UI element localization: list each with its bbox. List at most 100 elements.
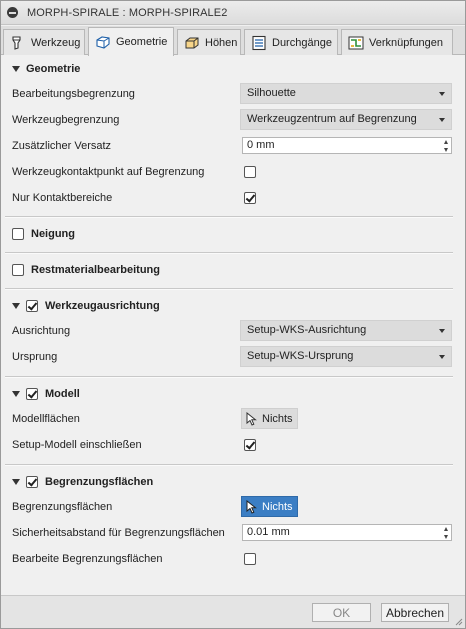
- select-value: Silhouette: [247, 87, 296, 99]
- passes-icon: [252, 35, 266, 50]
- section-neigung[interactable]: Neigung: [1, 221, 465, 247]
- section-title: Begrenzungsflächen: [45, 476, 154, 488]
- field-label: Sicherheitsabstand für Begrenzungsfläche…: [12, 527, 225, 539]
- row-ursprung: Ursprung Setup-WKS-Ursprung: [1, 345, 465, 371]
- sicherheitsabstand-input[interactable]: 0.01 mm: [242, 524, 452, 541]
- section-divider: [5, 252, 453, 254]
- section-divider: [5, 216, 453, 218]
- field-label: Nur Kontaktbereiche: [12, 192, 113, 204]
- row-versatz: Zusätzlicher Versatz 0 mm: [1, 134, 465, 160]
- input-value: 0 mm: [247, 139, 275, 151]
- row-ausrichtung: Ausrichtung Setup-WKS-Ausrichtung: [1, 319, 465, 345]
- tool-icon: [12, 35, 21, 50]
- row-begrenzungsflaechen: Begrenzungsflächen Nichts: [1, 495, 465, 521]
- tab-label: Höhen: [205, 36, 238, 49]
- begrenzungsflaechen-checkbox[interactable]: [26, 476, 38, 488]
- tab-hoehen[interactable]: Höhen: [177, 29, 241, 55]
- window-title: MORPH-SPIRALE : MORPH-SPIRALE2: [27, 7, 228, 19]
- chevron-down-icon: [439, 118, 445, 122]
- field-label: Werkzeugbegrenzung: [12, 114, 120, 126]
- section-title: Geometrie: [26, 63, 81, 75]
- kontaktbereiche-checkbox[interactable]: [244, 192, 256, 204]
- tab-durchgaenge[interactable]: Durchgänge: [244, 29, 338, 55]
- tab-geometrie[interactable]: Geometrie: [88, 27, 174, 56]
- field-label: Bearbeitungsbegrenzung: [12, 88, 135, 100]
- tab-label: Werkzeug: [31, 36, 81, 49]
- field-label: Ursprung: [12, 351, 58, 363]
- tab-label: Durchgänge: [272, 36, 332, 49]
- input-value: 0.01 mm: [247, 526, 290, 538]
- button-label: Nichts: [262, 412, 293, 425]
- tab-label: Verknüpfungen: [369, 36, 444, 49]
- select-value: Setup-WKS-Ursprung: [247, 350, 354, 362]
- geometry-panel: Geometrie Bearbeitungsbegrenzung Silhoue…: [1, 56, 465, 596]
- row-bearbeitungsbegrenzung: Bearbeitungsbegrenzung Silhouette: [1, 82, 465, 108]
- tab-verknuepfungen[interactable]: Verknüpfungen: [341, 29, 453, 55]
- field-label: Ausrichtung: [12, 325, 71, 337]
- collapse-arrow-icon[interactable]: [12, 391, 20, 397]
- kontaktpunkt-checkbox[interactable]: [244, 166, 256, 178]
- collapse-arrow-icon[interactable]: [12, 66, 20, 72]
- ok-button[interactable]: OK: [312, 603, 371, 622]
- section-divider: [5, 464, 453, 466]
- section-restmaterial[interactable]: Restmaterialbearbeitung: [1, 257, 465, 283]
- field-label: Bearbeite Begrenzungsflächen: [12, 553, 163, 565]
- resize-grip-icon[interactable]: [455, 618, 463, 626]
- field-label: Modellflächen: [12, 413, 80, 425]
- begrenzungsflaechen-select-button[interactable]: Nichts: [241, 496, 298, 517]
- cursor-arrow-icon: [246, 411, 257, 426]
- cancel-button[interactable]: Abbrechen: [381, 603, 449, 622]
- section-werkzeugausrichtung[interactable]: Werkzeugausrichtung: [1, 293, 465, 319]
- heights-box-icon: [185, 37, 199, 48]
- chevron-down-icon: [439, 355, 445, 359]
- collapse-arrow-icon[interactable]: [12, 479, 20, 485]
- collapse-arrow-icon[interactable]: [12, 303, 20, 309]
- geometry-cube-icon: [96, 36, 110, 49]
- select-value: Setup-WKS-Ausrichtung: [247, 324, 367, 336]
- tab-label: Geometrie: [116, 36, 168, 48]
- versatz-input[interactable]: 0 mm: [242, 137, 452, 154]
- select-value: Werkzeugzentrum auf Begrenzung: [247, 113, 417, 125]
- restmaterial-checkbox[interactable]: [12, 264, 24, 276]
- tab-werkzeug[interactable]: Werkzeug: [3, 29, 85, 55]
- section-title: Restmaterialbearbeitung: [31, 264, 160, 276]
- section-divider: [5, 376, 453, 378]
- werkzeugbegrenzung-select[interactable]: Werkzeugzentrum auf Begrenzung: [240, 109, 452, 130]
- section-title: Werkzeugausrichtung: [45, 300, 160, 312]
- modellflaechen-select-button[interactable]: Nichts: [241, 408, 298, 429]
- dialog-window: MORPH-SPIRALE : MORPH-SPIRALE2 Werkzeug …: [0, 0, 466, 629]
- close-icon[interactable]: [7, 7, 18, 18]
- werkzeugausrichtung-checkbox[interactable]: [26, 300, 38, 312]
- section-geometrie[interactable]: Geometrie: [1, 56, 465, 82]
- section-begrenzungsflaechen[interactable]: Begrenzungsflächen: [1, 469, 465, 495]
- tab-bar: Werkzeug Geometrie Höhen Durchgänge Verk…: [1, 26, 465, 56]
- cursor-arrow-icon: [246, 499, 257, 514]
- spin-arrows-icon[interactable]: [443, 526, 450, 540]
- field-label: Werkzeugkontaktpunkt auf Begrenzung: [12, 166, 205, 178]
- ursprung-select[interactable]: Setup-WKS-Ursprung: [240, 346, 452, 367]
- field-label: Zusätzlicher Versatz: [12, 140, 112, 152]
- row-werkzeugbegrenzung: Werkzeugbegrenzung Werkzeugzentrum auf B…: [1, 108, 465, 134]
- section-title: Modell: [45, 388, 80, 400]
- section-divider: [5, 288, 453, 290]
- row-setup-modell: Setup-Modell einschließen: [1, 433, 465, 459]
- spin-arrows-icon[interactable]: [443, 139, 450, 153]
- button-label: Nichts: [262, 500, 293, 513]
- field-label: Setup-Modell einschließen: [12, 439, 142, 451]
- row-sicherheitsabstand: Sicherheitsabstand für Begrenzungsfläche…: [1, 521, 465, 547]
- setup-modell-checkbox[interactable]: [244, 439, 256, 451]
- linking-icon: [348, 36, 364, 49]
- chevron-down-icon: [439, 329, 445, 333]
- neigung-checkbox[interactable]: [12, 228, 24, 240]
- bearbeite-begrenzung-checkbox[interactable]: [244, 553, 256, 565]
- section-modell[interactable]: Modell: [1, 381, 465, 407]
- row-kontaktpunkt: Werkzeugkontaktpunkt auf Begrenzung: [1, 160, 465, 186]
- modell-checkbox[interactable]: [26, 388, 38, 400]
- row-modellflaechen: Modellflächen Nichts: [1, 407, 465, 433]
- ausrichtung-select[interactable]: Setup-WKS-Ausrichtung: [240, 320, 452, 341]
- title-bar: MORPH-SPIRALE : MORPH-SPIRALE2: [1, 1, 465, 25]
- field-label: Begrenzungsflächen: [12, 501, 113, 513]
- dialog-footer: OK Abbrechen: [1, 595, 465, 628]
- bearbeitungsbegrenzung-select[interactable]: Silhouette: [240, 83, 452, 104]
- chevron-down-icon: [439, 92, 445, 96]
